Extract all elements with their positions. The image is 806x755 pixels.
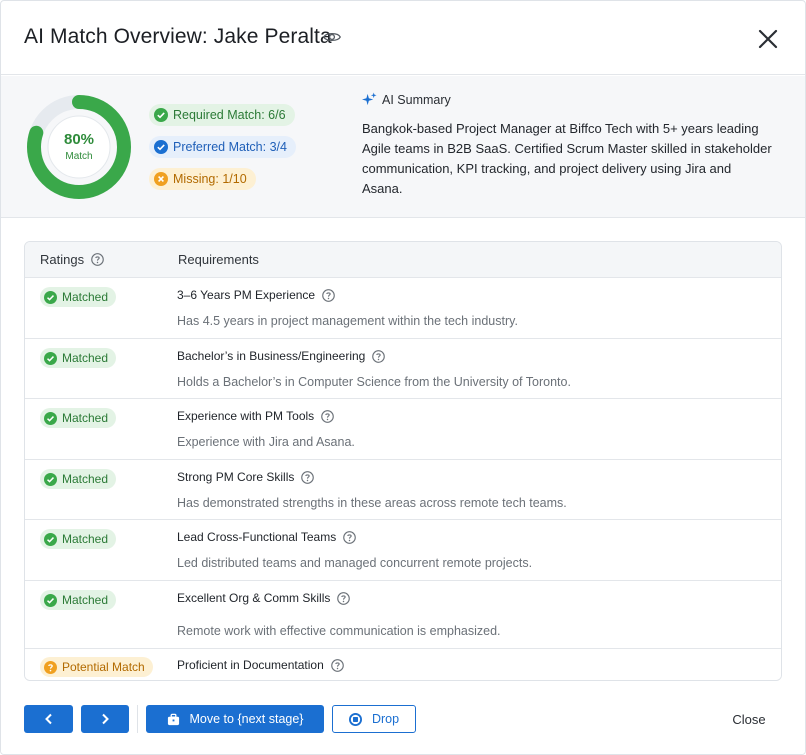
ai-summary-text: Bangkok-based Project Manager at Biffco … xyxy=(362,121,772,196)
status-badge: Matched xyxy=(40,348,117,368)
close-button[interactable]: Close xyxy=(719,705,779,733)
requirement-title-text: Excellent Org & Comm Skills xyxy=(177,591,331,605)
previous-button[interactable] xyxy=(24,705,73,733)
requirement-title-text: 3–6 Years PM Experience xyxy=(177,288,316,302)
status-label: Matched xyxy=(62,593,109,607)
ai-match-modal: AI Match Overview: Jake Peralta 80% Matc… xyxy=(0,0,806,755)
table-row: Matched Strong PM Core Skills Has demons… xyxy=(25,460,781,520)
check-circle-icon xyxy=(44,593,57,607)
chevron-left-icon xyxy=(44,713,52,725)
requirement-title: Proficient in Documentation xyxy=(177,658,344,672)
status-badge: Potential Match xyxy=(40,657,153,677)
chevron-right-icon xyxy=(102,713,109,725)
modal-title: AI Match Overview: Jake Peralta xyxy=(24,25,332,48)
modal-footer: Move to {next stage} Drop Close xyxy=(1,691,805,754)
ai-summary-title: AI Summary xyxy=(382,92,451,107)
move-to-stage-label: Move to {next stage} xyxy=(189,712,304,726)
drop-icon xyxy=(348,712,362,726)
status-badge: Matched xyxy=(40,590,117,610)
help-icon[interactable] xyxy=(337,591,351,605)
status-label: Matched xyxy=(62,351,109,365)
status-label: Matched xyxy=(62,532,109,546)
question-circle-icon xyxy=(44,660,57,674)
check-circle-icon xyxy=(154,140,168,154)
requirement-title-text: Lead Cross-Functional Teams xyxy=(177,530,337,544)
help-icon[interactable] xyxy=(322,288,335,302)
ratings-header: Ratings xyxy=(40,252,104,267)
modal-header: AI Match Overview: Jake Peralta xyxy=(1,1,805,75)
table-row: Matched 3–6 Years PM Experience Has 4.5 … xyxy=(25,278,781,339)
table-row: Potential Match Proficient in Documentat… xyxy=(25,649,781,680)
missing-label: Missing: 1/10 xyxy=(173,172,247,186)
drop-button[interactable]: Drop xyxy=(332,705,416,733)
help-icon[interactable] xyxy=(321,409,335,423)
move-to-stage-button[interactable]: Move to {next stage} xyxy=(146,705,324,733)
status-badge: Matched xyxy=(40,287,117,307)
requirement-title: Strong PM Core Skills xyxy=(177,470,315,484)
check-circle-icon xyxy=(44,290,57,304)
requirement-title-text: Proficient in Documentation xyxy=(177,658,324,672)
required-match-chip: Required Match: 6/6 xyxy=(149,104,295,126)
status-badge: Matched xyxy=(40,529,117,549)
requirement-description: Has demonstrated strengths in these area… xyxy=(177,496,567,510)
status-label: Matched xyxy=(62,472,109,486)
status-label: Potential Match xyxy=(62,660,145,674)
status-label: Matched xyxy=(62,411,109,425)
requirements-header: Requirements xyxy=(178,252,259,267)
preferred-match-chip: Preferred Match: 3/4 xyxy=(149,136,296,158)
check-circle-icon xyxy=(44,532,57,546)
status-badge: Matched xyxy=(40,408,117,428)
missing-chip: Missing: 1/10 xyxy=(149,168,256,190)
match-label: Match xyxy=(65,151,93,162)
requirement-description: Led distributed teams and managed concur… xyxy=(177,556,533,570)
table-row: Matched Lead Cross-Functional Teams Led … xyxy=(25,520,781,581)
ratings-header-label: Ratings xyxy=(40,252,85,267)
briefcase-icon xyxy=(167,713,179,725)
requirement-description: Remote work with effective communication… xyxy=(177,624,501,638)
next-button[interactable] xyxy=(81,705,129,733)
preferred-match-label: Preferred Match: 3/4 xyxy=(173,140,287,154)
requirement-title: Excellent Org & Comm Skills xyxy=(177,591,351,605)
required-match-label: Required Match: 6/6 xyxy=(173,108,286,122)
help-icon[interactable] xyxy=(330,658,344,672)
table-row: Matched Experience with PM Tools Experie… xyxy=(25,399,781,460)
match-summary: 80% Match Required Match: 6/6 Preferred … xyxy=(1,76,805,218)
help-icon[interactable] xyxy=(343,530,357,544)
drop-label: Drop xyxy=(371,712,400,726)
check-circle-icon xyxy=(154,108,168,122)
help-icon[interactable] xyxy=(91,253,104,266)
ai-summary-heading: AI Summary xyxy=(362,92,451,107)
table-row: Matched Excellent Org & Comm Skills Remo… xyxy=(25,581,781,649)
check-circle-icon xyxy=(44,351,57,365)
sparkle-icon xyxy=(362,92,377,106)
requirement-title-text: Experience with PM Tools xyxy=(177,409,315,423)
requirements-table[interactable]: Ratings Requirements Matched 3–6 Years P… xyxy=(24,241,782,681)
help-icon[interactable] xyxy=(372,349,386,363)
table-row: Matched Bachelor’s in Business/Engineeri… xyxy=(25,339,781,399)
requirement-title: Bachelor’s in Business/Engineering xyxy=(177,349,386,363)
requirement-description: Holds a Bachelor’s in Computer Science f… xyxy=(177,375,571,389)
check-circle-icon xyxy=(44,472,57,486)
requirement-description: Has 4.5 years in project management with… xyxy=(177,314,518,328)
x-circle-icon xyxy=(154,172,168,186)
requirement-title: Experience with PM Tools xyxy=(177,409,335,423)
requirement-title: Lead Cross-Functional Teams xyxy=(177,530,357,544)
match-percent: 80% xyxy=(63,131,95,148)
footer-divider xyxy=(137,705,138,733)
close-icon[interactable] xyxy=(756,27,780,51)
check-circle-icon xyxy=(44,411,57,425)
help-icon[interactable] xyxy=(301,470,315,484)
requirement-title-text: Strong PM Core Skills xyxy=(177,470,295,484)
eye-icon[interactable] xyxy=(323,30,341,44)
status-badge: Matched xyxy=(40,469,117,489)
requirement-description: Experience with Jira and Asana. xyxy=(177,435,355,449)
requirement-title-text: Bachelor’s in Business/Engineering xyxy=(177,349,366,363)
status-label: Matched xyxy=(62,290,109,304)
table-header: Ratings Requirements xyxy=(25,242,781,278)
requirement-title: 3–6 Years PM Experience xyxy=(177,288,335,302)
